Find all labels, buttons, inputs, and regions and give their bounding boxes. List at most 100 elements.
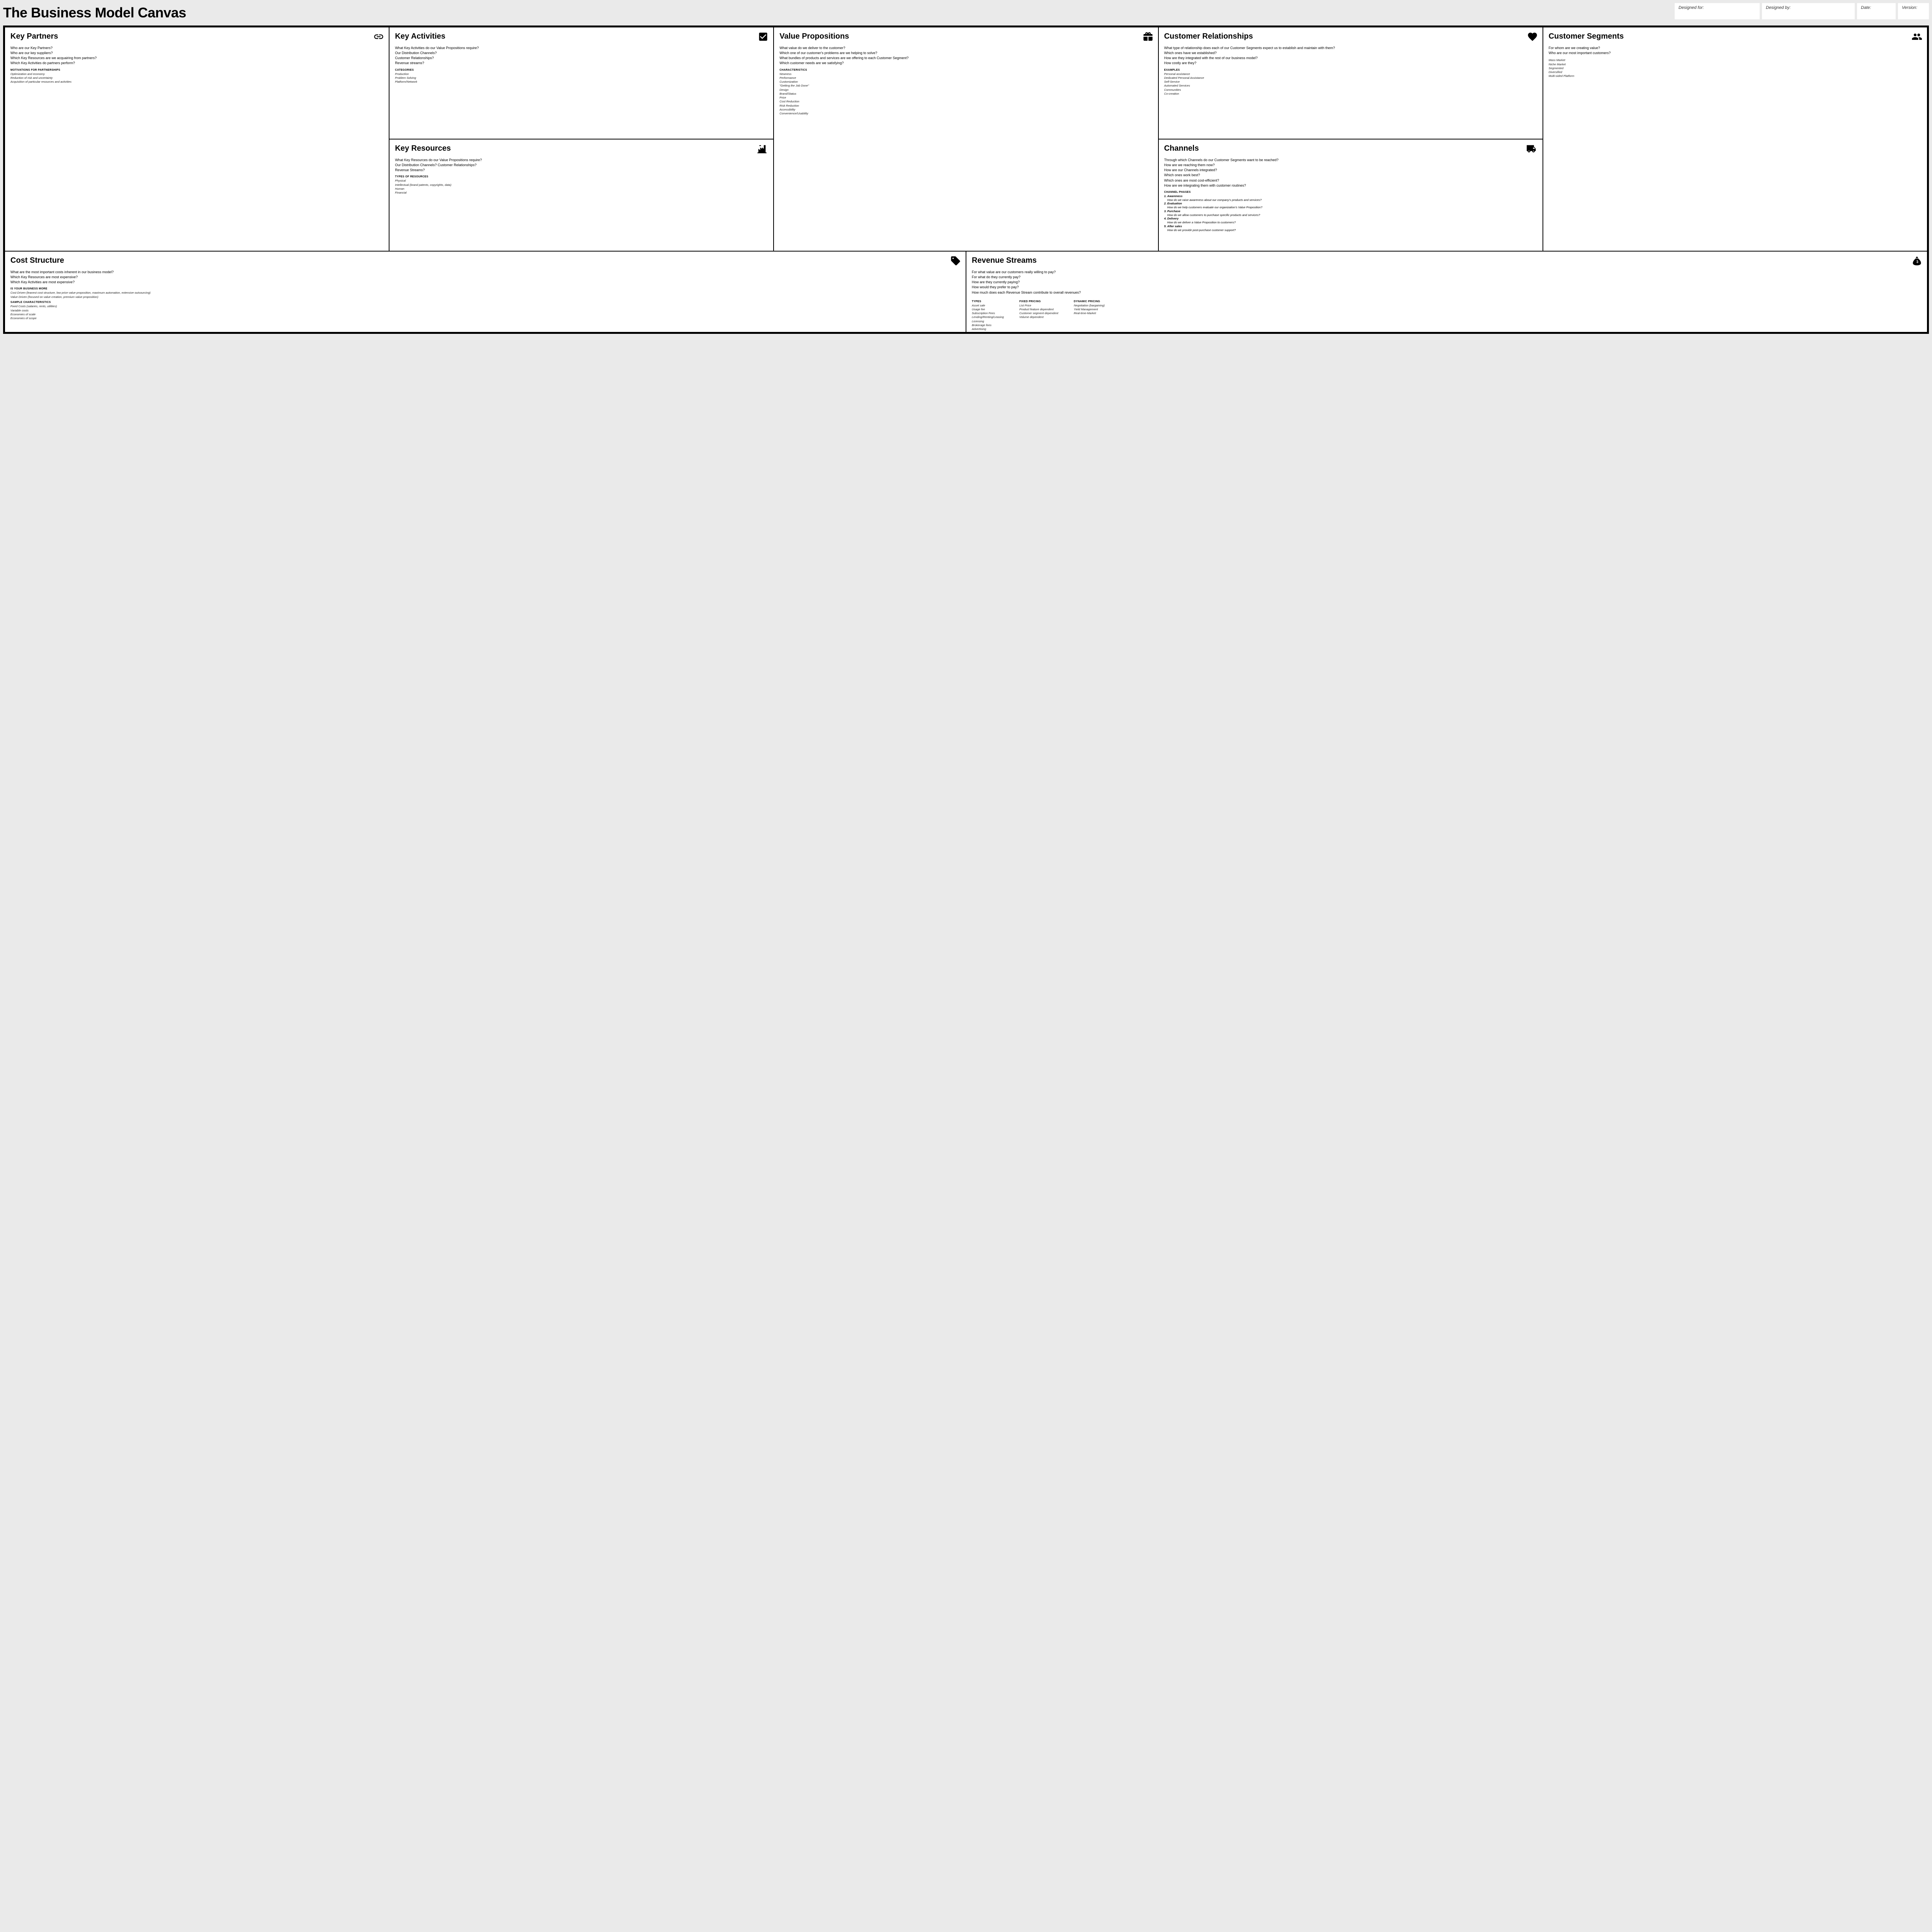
factory-icon xyxy=(755,143,769,154)
items: NewnessPerformanceCustomization"Getting … xyxy=(779,72,1152,116)
questions: What are the most important costs inhere… xyxy=(10,270,960,284)
line-item: Performance xyxy=(779,76,1152,80)
line-item: For what do they currently pay? xyxy=(972,275,1922,279)
line-item: Subscription Fees xyxy=(972,311,1004,315)
cell-customer-relationships: Customer Relationships What type of rela… xyxy=(1158,27,1543,139)
line-item: Licensing xyxy=(972,320,1004,323)
money-bag-icon xyxy=(1912,255,1922,266)
cell-title: Key Activities xyxy=(395,32,768,41)
line-item: Automated Services xyxy=(1164,84,1537,88)
people-icon xyxy=(1912,31,1922,42)
line-item: Usage fee xyxy=(972,308,1004,311)
cell-channels: Channels Through which Channels do our C… xyxy=(1158,139,1543,251)
line-item: Asset sale xyxy=(972,304,1004,308)
items: Cost Driven (leanest cost structure, low… xyxy=(10,291,960,299)
line-item: Dedicated Personal Assistance xyxy=(1164,76,1537,80)
cell-title: Customer Relationships xyxy=(1164,32,1537,41)
subhead: dynamic pricing xyxy=(1074,300,1105,303)
line-item: What type of relationship does each of o… xyxy=(1164,46,1537,50)
phase: 2. EvaluationHow do we help customers ev… xyxy=(1164,202,1537,209)
cell-key-resources: Key Resources What Key Resources do our … xyxy=(389,139,774,251)
items: PhysicalIntellectual (brand patents, cop… xyxy=(395,179,768,195)
subhead: examples xyxy=(1164,69,1537,71)
line-item: Value Driven (focused on value creation,… xyxy=(10,295,960,299)
items: Asset saleUsage feeSubscription FeesLend… xyxy=(972,304,1004,331)
line-item: Yield Management xyxy=(1074,308,1105,311)
phase: 4. DeliveryHow do we deliver a Value Pro… xyxy=(1164,217,1537,224)
cell-value-propositions: Value Propositions What value do we deli… xyxy=(774,27,1158,251)
line-item: Our Distribution Channels? Customer Rela… xyxy=(395,163,768,167)
items: Fixed Costs (salaries, rents, utilities)… xyxy=(10,304,960,320)
line-item: How would they prefer to pay? xyxy=(972,285,1922,289)
line-item: How are we reaching them now? xyxy=(1164,163,1537,167)
phase: 3. PurchaseHow do we allow customers to … xyxy=(1164,209,1537,217)
line-item: Multi-sided Platform xyxy=(1549,74,1922,78)
questions: What Key Activities do our Value Proposi… xyxy=(395,46,768,66)
canvas-grid: Key Partners Who are our Key Partners?Wh… xyxy=(3,26,1929,334)
page-title: The Business Model Canvas xyxy=(3,3,1672,21)
line-item: Acquisition of particular resources and … xyxy=(10,80,383,84)
cell-key-activities: Key Activities What Key Activities do ou… xyxy=(389,27,774,139)
line-item: Who are our Key Partners? xyxy=(10,46,383,50)
line-item: Self-Service xyxy=(1164,80,1537,84)
line-item: Lending/Renting/Leasing xyxy=(972,315,1004,319)
line-item: How much does each Revenue Stream contri… xyxy=(972,290,1922,295)
line-item: What Key Activities do our Value Proposi… xyxy=(395,46,768,50)
line-item: Physical xyxy=(395,179,768,183)
line-item: Variable costs xyxy=(10,309,960,313)
line-item: Which Key Activities do partners perform… xyxy=(10,61,383,65)
line-item: Through which Channels do our Customer S… xyxy=(1164,158,1537,162)
line-item: Which ones are most cost-efficient? xyxy=(1164,178,1537,183)
line-item: Revenue streams? xyxy=(395,61,768,65)
line-item: Brand/Status xyxy=(779,92,1152,96)
line-item: Production xyxy=(395,72,768,76)
questions: What Key Resources do our Value Proposit… xyxy=(395,158,768,172)
meta-designed-by[interactable]: Designed by: xyxy=(1762,3,1855,19)
subhead: sample characteristics xyxy=(10,301,960,304)
subhead: fixed pricing xyxy=(1019,300,1058,303)
line-item: How costly are they? xyxy=(1164,61,1537,65)
subhead: motivations for partnerships xyxy=(10,69,383,71)
line-item: Co-creation xyxy=(1164,92,1537,96)
items: Optimization and economyReduction of ris… xyxy=(10,72,383,84)
line-item: Risk Reduction xyxy=(779,104,1152,108)
line-item: Fixed Costs (salaries, rents, utilities) xyxy=(10,304,960,308)
cell-title: Key Resources xyxy=(395,144,768,153)
meta-designed-for[interactable]: Designed for: xyxy=(1675,3,1760,19)
line-item: How are they currently paying? xyxy=(972,280,1922,284)
line-item: Revenue Streams? xyxy=(395,168,768,172)
line-item: Volume dependent xyxy=(1019,315,1058,319)
subhead: is your business more xyxy=(10,287,960,290)
line-item: Human xyxy=(395,187,768,191)
items: List PriceProduct feature dependentCusto… xyxy=(1019,304,1058,320)
questions: What value do we deliver to the customer… xyxy=(779,46,1152,66)
line-item: Financial xyxy=(395,191,768,195)
line-item: Which ones have we established? xyxy=(1164,51,1537,55)
questions: Who are our Key Partners?Who are our key… xyxy=(10,46,383,66)
line-item: "Getting the Job Done" xyxy=(779,84,1152,88)
revenue-columns: types Asset saleUsage feeSubscription Fe… xyxy=(972,298,1922,332)
line-item: Customer Relationships? xyxy=(395,56,768,60)
gift-icon xyxy=(1143,31,1153,42)
line-item: Which Key Resources are we acquairing fr… xyxy=(10,56,383,60)
line-item: For what value are our customers really … xyxy=(972,270,1922,274)
line-item: Which ones work best? xyxy=(1164,173,1537,177)
cell-customer-segments: Customer Segments For whom are we creati… xyxy=(1543,27,1927,251)
cell-title: Revenue Streams xyxy=(972,256,1922,265)
subhead: channel phases xyxy=(1164,191,1537,194)
line-item: How are our Channels integrated? xyxy=(1164,168,1537,172)
line-item: Negotiation (bargaining) xyxy=(1074,304,1105,308)
meta-date[interactable]: Date: xyxy=(1857,3,1896,19)
items: Negotiation (bargaining)Yield Management… xyxy=(1074,304,1105,315)
phase: 5. After salesHow do we provide post-pur… xyxy=(1164,224,1537,232)
subhead: characteristics xyxy=(779,69,1152,71)
questions: What type of relationship does each of o… xyxy=(1164,46,1537,66)
cell-title: Customer Segments xyxy=(1549,32,1922,41)
meta-version[interactable]: Version: xyxy=(1898,3,1929,19)
line-item: Which one of our customer's problems are… xyxy=(779,51,1152,55)
line-item: What value do we deliver to the customer… xyxy=(779,46,1152,50)
line-item: Who are our most important customers? xyxy=(1549,51,1922,55)
line-item: Which Key Resources are most expensive? xyxy=(10,275,960,279)
cell-title: Channels xyxy=(1164,144,1537,153)
subhead: types of resources xyxy=(395,175,768,178)
